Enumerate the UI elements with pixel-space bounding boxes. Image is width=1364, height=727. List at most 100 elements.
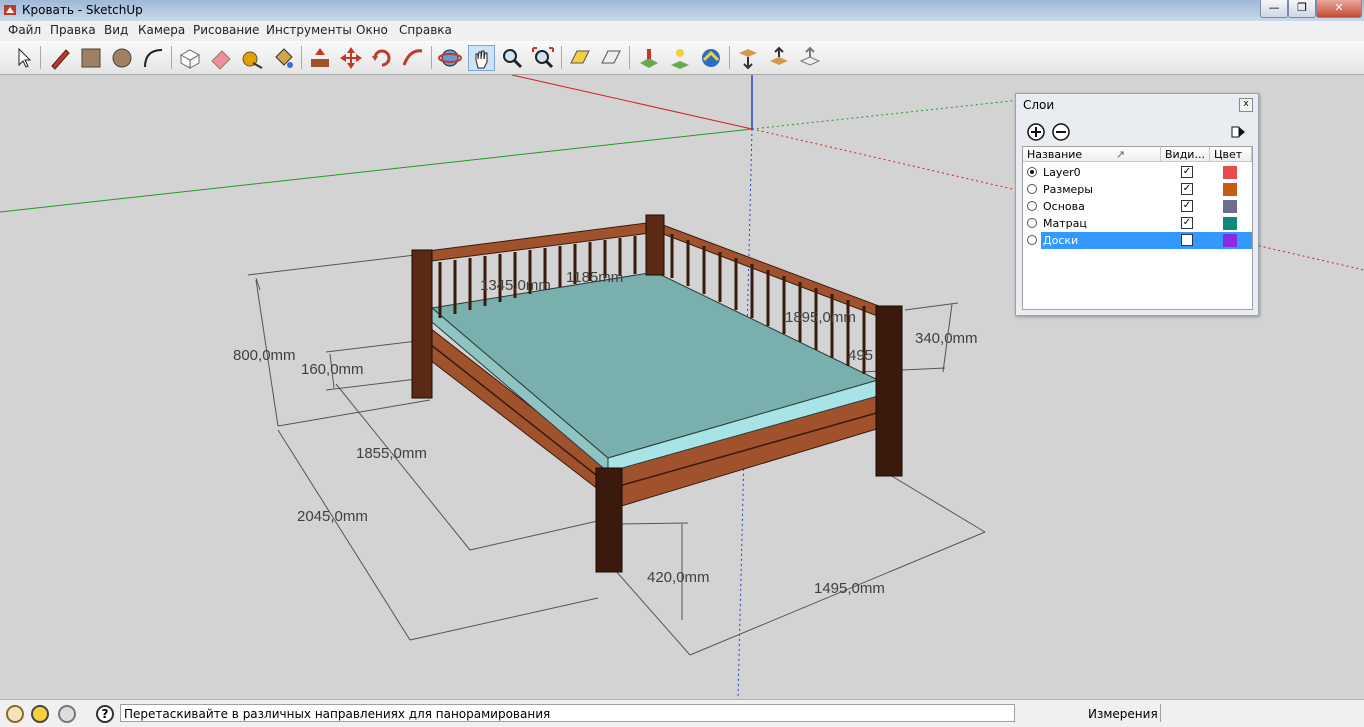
layer-color-swatch[interactable] [1223, 200, 1237, 213]
title-bar: Кровать - SketchUp — ❐ ✕ [0, 0, 1364, 22]
tape-measure-icon[interactable] [239, 45, 266, 71]
push-pull-icon[interactable] [307, 45, 334, 71]
zoom-extents-icon[interactable] [530, 45, 557, 71]
maximize-button[interactable]: ❐ [1288, 0, 1316, 18]
active-layer-radio[interactable] [1027, 218, 1037, 228]
geolocation-icon[interactable] [6, 705, 24, 723]
layers-table: Название ↗ Види... Цвет Layer0 ✓ Размеры… [1022, 146, 1253, 310]
toolbar-separator [629, 46, 630, 69]
toolbar-separator [729, 46, 730, 69]
toggle-terrain-icon[interactable] [667, 45, 694, 71]
toolbar-separator [561, 46, 562, 69]
window-title: Кровать - SketchUp [22, 3, 143, 17]
zoom-icon[interactable] [499, 45, 526, 71]
remove-layer-button[interactable] [1051, 122, 1071, 142]
layer-row[interactable]: Layer0 ✓ [1023, 164, 1252, 181]
dim-label-partial: 495 [848, 347, 873, 364]
dim-label-side-length: 1895,0mm [785, 309, 856, 326]
layer-row[interactable]: Основа ✓ [1023, 198, 1252, 215]
layer-name[interactable]: Матрац [1041, 216, 1089, 231]
layer-color-swatch[interactable] [1223, 217, 1237, 230]
active-layer-radio[interactable] [1027, 235, 1037, 245]
toolbar-separator [431, 46, 432, 69]
share-model-icon[interactable] [766, 45, 793, 71]
column-header-visible[interactable]: Види... [1161, 147, 1210, 162]
layers-panel: Слои x Название ↗ Види... Цвет Layer0 ✓ … [1015, 93, 1259, 316]
menu-file[interactable]: Файл [8, 23, 41, 37]
layer-name[interactable]: Доски [1041, 233, 1080, 248]
layer-color-swatch[interactable] [1223, 234, 1237, 247]
dim-label-headboard: 340,0mm [915, 330, 978, 347]
follow-me-icon[interactable] [400, 45, 427, 71]
menu-draw[interactable]: Рисование [193, 23, 259, 37]
sign-in-icon[interactable] [58, 705, 76, 723]
share-component-icon[interactable] [797, 45, 824, 71]
close-window-button[interactable]: ✕ [1316, 0, 1362, 18]
minus-icon [1052, 123, 1070, 141]
menu-tools[interactable]: Инструменты [266, 23, 352, 37]
layer-details-button[interactable] [1228, 122, 1248, 142]
column-header-color[interactable]: Цвет [1210, 147, 1252, 162]
layer-name[interactable]: Layer0 [1041, 165, 1083, 180]
menu-camera[interactable]: Камера [138, 23, 185, 37]
toolbar-separator [301, 46, 302, 69]
post-front-right [875, 305, 903, 477]
pencil-line-icon[interactable] [47, 45, 74, 71]
toolbar-separator [40, 46, 41, 69]
plus-icon [1027, 123, 1045, 141]
active-layer-radio[interactable] [1027, 184, 1037, 194]
get-models-icon[interactable] [735, 45, 762, 71]
rotate-icon[interactable] [369, 45, 396, 71]
layer-row-selected[interactable]: Доски [1023, 232, 1252, 249]
active-layer-radio[interactable] [1027, 167, 1037, 177]
add-location-icon[interactable] [636, 45, 663, 71]
visibility-checkbox[interactable]: ✓ [1181, 166, 1193, 178]
sketchup-app-icon[interactable] [3, 3, 17, 17]
dim-label-head-width: 1345,0mm [480, 277, 551, 294]
measurements-input[interactable] [1160, 704, 1361, 722]
pan-icon[interactable] [468, 45, 495, 71]
photo-textures-icon[interactable] [698, 45, 725, 71]
active-layer-radio[interactable] [1027, 201, 1037, 211]
add-layer-button[interactable] [1026, 122, 1046, 142]
measurements-label: Измерения [1088, 707, 1158, 721]
dim-label-leg: 420,0mm [647, 569, 710, 586]
eraser-icon[interactable] [208, 45, 235, 71]
post-back-right [645, 214, 665, 276]
layer-name[interactable]: Основа [1041, 199, 1087, 214]
select-tool-icon[interactable] [10, 45, 37, 71]
menu-bar: Файл Правка Вид Камера Рисование Инструм… [0, 21, 1364, 42]
menu-edit[interactable]: Правка [50, 23, 96, 37]
column-header-name[interactable]: Название ↗ [1023, 147, 1161, 162]
previous-view-icon[interactable] [567, 45, 594, 71]
post-front-left [595, 467, 623, 573]
layer-row[interactable]: Матрац ✓ [1023, 215, 1252, 232]
paint-bucket-icon[interactable] [270, 45, 297, 71]
layer-color-swatch[interactable] [1223, 166, 1237, 179]
menu-view[interactable]: Вид [104, 23, 128, 37]
make-component-icon[interactable] [177, 45, 204, 71]
layer-name[interactable]: Размеры [1041, 182, 1095, 197]
arc-icon[interactable] [140, 45, 167, 71]
layer-color-swatch[interactable] [1223, 183, 1237, 196]
visibility-checkbox[interactable]: ✓ [1181, 200, 1193, 212]
visibility-checkbox[interactable] [1181, 234, 1193, 246]
move-icon[interactable] [338, 45, 365, 71]
rectangle-icon[interactable] [78, 45, 105, 71]
minimize-button[interactable]: — [1260, 0, 1288, 18]
dim-label-length: 2045,0mm [297, 508, 368, 525]
next-view-icon[interactable] [598, 45, 625, 71]
circle-icon[interactable] [109, 45, 136, 71]
red-axis [511, 75, 753, 130]
visibility-checkbox[interactable]: ✓ [1181, 183, 1193, 195]
credits-icon[interactable] [31, 705, 49, 723]
status-message: Перетаскивайте в различных направлениях … [120, 704, 1015, 722]
layer-row[interactable]: Размеры ✓ [1023, 181, 1252, 198]
status-bar: ? Перетаскивайте в различных направления… [0, 699, 1364, 727]
visibility-checkbox[interactable]: ✓ [1181, 217, 1193, 229]
help-icon[interactable]: ? [96, 705, 114, 723]
menu-window[interactable]: Окно [356, 23, 388, 37]
close-panel-icon[interactable]: x [1239, 98, 1253, 112]
orbit-icon[interactable] [437, 45, 464, 71]
menu-help[interactable]: Справка [399, 23, 452, 37]
